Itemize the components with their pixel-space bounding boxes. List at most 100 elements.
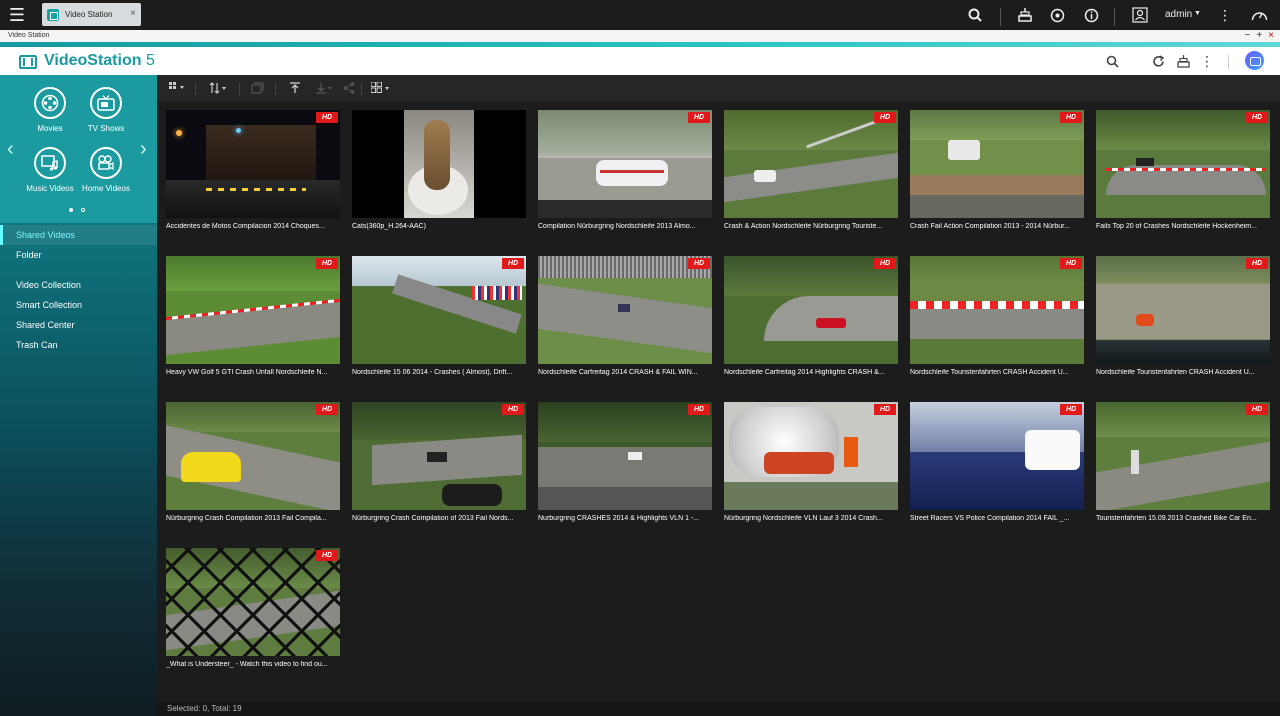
video-tile[interactable]: HD Nordschleife Carfreitag 2014 Highligh…	[724, 256, 898, 391]
video-title[interactable]: Nürburgring Crash Compilation 2013 Fail …	[166, 515, 340, 522]
video-title[interactable]: Fails Top 20 of Crashes Nordschleife Hoc…	[1096, 223, 1270, 230]
chevron-right-icon[interactable]: ›	[140, 138, 147, 161]
category-label: Home Videos	[82, 184, 130, 193]
user-name[interactable]: admin	[1165, 9, 1192, 20]
video-title[interactable]: Touristenfahrten 15.09.2013 Crashed Bike…	[1096, 515, 1270, 522]
more-options-icon[interactable]: ⋮	[1216, 0, 1234, 30]
sort-icon[interactable]	[209, 82, 227, 97]
close-tab-icon[interactable]: ×	[130, 8, 136, 19]
sync-icon[interactable]	[1046, 0, 1068, 30]
search-icon[interactable]	[1104, 53, 1120, 69]
video-title[interactable]: Crash & Action Nordschleife Nürburgring …	[724, 223, 898, 230]
nav-video-collection[interactable]: Video Collection	[0, 275, 157, 295]
main-menu-icon[interactable]: ☰	[0, 0, 34, 30]
close-button[interactable]: ×	[1268, 30, 1274, 41]
minimize-button[interactable]: −	[1244, 30, 1250, 41]
video-title[interactable]: Compilation Nürburgring Nordschleife 201…	[538, 223, 712, 230]
search-icon[interactable]	[964, 0, 986, 30]
video-thumbnail[interactable]	[352, 402, 526, 510]
video-tile[interactable]: HD Nürburgring Crash Compilation 2013 Fa…	[166, 402, 340, 537]
video-station-logo-icon	[19, 55, 37, 69]
video-tile[interactable]: HD Nordschleife 15 06 2014 - Crashes ( A…	[352, 256, 526, 391]
video-tile[interactable]: HD Heavy VW Golf 5 GTI Crash Unfall Nord…	[166, 256, 340, 391]
user-icon[interactable]	[1130, 0, 1150, 30]
video-thumbnail[interactable]	[166, 256, 340, 364]
video-tile[interactable]: HD Compilation Nürburgring Nordschleife …	[538, 110, 712, 245]
os-app-tab[interactable]: Video Station ×	[42, 3, 141, 26]
media-player-icon[interactable]	[1245, 51, 1264, 70]
video-thumbnail[interactable]	[1096, 402, 1270, 510]
video-tile[interactable]: HD Street Racers VS Police Compilation 2…	[910, 402, 1084, 537]
page-dot-active[interactable]	[69, 208, 73, 212]
video-tile[interactable]: Cats(360p_H.264-AAC)	[352, 110, 526, 245]
video-tile[interactable]: HD Nordschleife Touristenfahrten CRASH A…	[1096, 256, 1270, 391]
video-thumbnail[interactable]	[166, 548, 340, 656]
video-thumbnail[interactable]	[910, 256, 1084, 364]
hd-badge: HD	[874, 404, 896, 415]
video-thumbnail[interactable]	[724, 110, 898, 218]
video-tile[interactable]: HD Fails Top 20 of Crashes Nordschleife …	[1096, 110, 1270, 245]
video-title[interactable]: Nordschleife Touristenfahrten CRASH Acci…	[910, 369, 1084, 376]
chevron-down-icon[interactable]: ▼	[1194, 10, 1201, 17]
video-title[interactable]: Heavy VW Golf 5 GTI Crash Unfall Nordsch…	[166, 369, 340, 376]
more-options-icon[interactable]: ⋮	[1199, 53, 1215, 69]
refresh-icon[interactable]	[1150, 53, 1166, 69]
video-thumbnail[interactable]	[166, 110, 340, 218]
video-title[interactable]: Accidentes de Motos Compilacion 2014 Cho…	[166, 223, 340, 230]
nav-trash-can[interactable]: Trash Can	[0, 335, 157, 355]
video-tile[interactable]: HD Accidentes de Motos Compilacion 2014 …	[166, 110, 340, 245]
nav-folder[interactable]: Folder	[0, 245, 157, 265]
category-carousel: ‹ › Movies TV Shows Music Videos Home Vi…	[0, 75, 157, 223]
video-thumbnail[interactable]	[538, 256, 712, 364]
video-tile[interactable]: HD Crash & Action Nordschleife Nürburgri…	[724, 110, 898, 245]
video-title[interactable]: Nordschleife Carfreitag 2014 CRASH & FAI…	[538, 369, 712, 376]
nav-smart-collection[interactable]: Smart Collection	[0, 295, 157, 315]
video-thumbnail[interactable]	[352, 110, 526, 218]
video-tile[interactable]: HD Nordschleife Touristenfahrten CRASH A…	[910, 256, 1084, 391]
category-home-videos[interactable]: Home Videos	[71, 147, 141, 193]
video-title[interactable]: Street Racers VS Police Compilation 2014…	[910, 515, 1084, 522]
nav-shared-center[interactable]: Shared Center	[0, 315, 157, 335]
video-thumbnail[interactable]	[1096, 256, 1270, 364]
maximize-button[interactable]: +	[1256, 30, 1262, 41]
video-title[interactable]: Nordschleife 15 06 2014 - Crashes ( Almo…	[352, 369, 526, 376]
video-title[interactable]: Nürburgring Crash Compilation of 2013 Fa…	[352, 515, 526, 522]
video-tile[interactable]: HD Nürburgring Nordschleife VLN Lauf 3 2…	[724, 402, 898, 537]
video-thumbnail[interactable]	[352, 256, 526, 364]
video-title[interactable]: Nordschleife Touristenfahrten CRASH Acci…	[1096, 369, 1270, 376]
video-tile[interactable]: HD Nürburgring Crash Compilation of 2013…	[352, 402, 526, 537]
category-tv-shows[interactable]: TV Shows	[71, 87, 141, 133]
video-tile[interactable]: HD Touristenfahrten 15.09.2013 Crashed B…	[1096, 402, 1270, 537]
video-thumbnail[interactable]	[910, 402, 1084, 510]
hd-badge: HD	[316, 258, 338, 269]
video-tile[interactable]: HD Nordschleife Carfreitag 2014 CRASH & …	[538, 256, 712, 391]
video-thumbnail[interactable]	[724, 256, 898, 364]
video-thumbnail[interactable]	[910, 110, 1084, 218]
page-dot[interactable]	[81, 208, 85, 212]
video-thumbnail[interactable]	[538, 402, 712, 510]
app-header: VideoStation 5 ⋮	[0, 47, 1280, 75]
video-title[interactable]: Nordschleife Carfreitag 2014 Highlights …	[724, 369, 898, 376]
view-mode-icon[interactable]	[169, 82, 185, 95]
upload-icon[interactable]	[289, 82, 301, 97]
video-tile[interactable]: HD Crash Fail Action Compilation 2013 - …	[910, 110, 1084, 245]
video-thumbnail[interactable]	[166, 402, 340, 510]
video-thumbnail[interactable]	[724, 402, 898, 510]
multiselect-icon[interactable]	[370, 81, 389, 97]
chevron-left-icon[interactable]: ‹	[7, 138, 14, 161]
dashboard-gauge-icon[interactable]	[1248, 0, 1270, 30]
video-tile[interactable]: HD Nurburgring CRASHES 2014 & Highlights…	[538, 402, 712, 537]
video-thumbnail[interactable]	[1096, 110, 1270, 218]
video-title[interactable]: Nürburgring Nordschleife VLN Lauf 3 2014…	[724, 515, 898, 522]
info-icon[interactable]	[1080, 0, 1102, 30]
video-title[interactable]: Cats(360p_H.264-AAC)	[352, 223, 526, 230]
video-title[interactable]: Nurburgring CRASHES 2014 & Highlights VL…	[538, 515, 712, 522]
video-thumbnail[interactable]	[538, 110, 712, 218]
video-title[interactable]: Crash Fail Action Compilation 2013 - 201…	[910, 223, 1084, 230]
video-tile[interactable]: HD _What is Understeer_ - Watch this vid…	[166, 548, 340, 683]
background-tasks-icon[interactable]	[1014, 0, 1036, 30]
background-tasks-icon[interactable]	[1175, 53, 1191, 69]
window-titlebar: Video Station − + ×	[0, 30, 1280, 42]
nav-shared-videos[interactable]: Shared Videos	[0, 225, 157, 245]
video-title[interactable]: _What is Understeer_ - Watch this video …	[166, 661, 340, 668]
